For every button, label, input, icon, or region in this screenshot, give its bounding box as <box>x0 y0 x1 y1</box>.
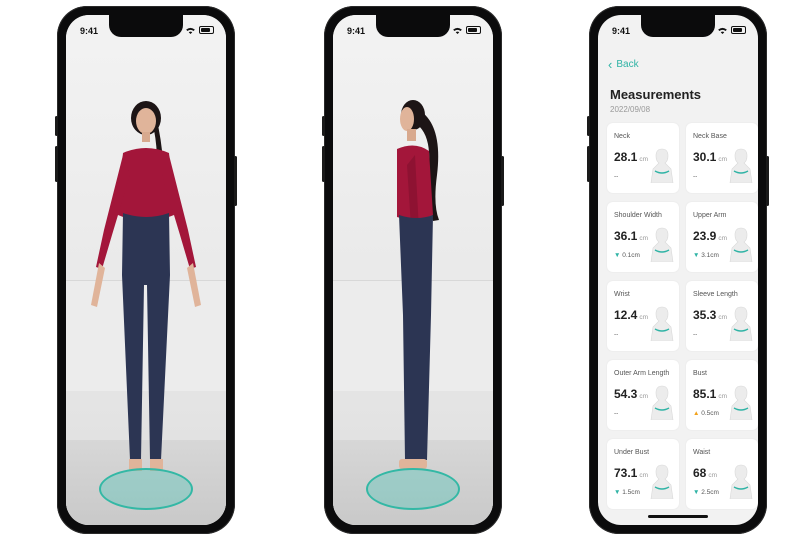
neck-figure-icon <box>650 148 674 183</box>
measurement-value: 73.1 cm <box>614 466 649 480</box>
home-indicator <box>648 515 708 518</box>
bust-figure-icon <box>729 385 753 420</box>
outer-arm-figure-icon <box>650 385 674 420</box>
measurement-value: 68 cm <box>693 466 718 480</box>
measurement-unit: cm <box>639 393 649 400</box>
measurement-label: Bust <box>693 370 708 377</box>
measurement-unit: cm <box>718 156 728 163</box>
measurement-card[interactable]: Outer Arm Length 54.3 cm -- <box>607 360 679 430</box>
measurement-value: 54.3 cm <box>614 387 649 401</box>
person-side-figure <box>397 100 439 469</box>
measurement-unit: cm <box>718 314 728 321</box>
measurement-delta: ▼ 0.1cm <box>614 252 640 259</box>
battery-icon <box>199 26 214 34</box>
battery-icon <box>731 26 746 34</box>
measurement-unit: cm <box>718 235 728 242</box>
person-front-figure <box>91 101 201 471</box>
shoulder-figure-icon <box>650 227 674 262</box>
measurement-label: Waist <box>693 449 711 456</box>
scan-platform <box>366 468 460 510</box>
measurement-card[interactable]: Neck Base 30.1 cm -- <box>686 123 758 193</box>
measurement-label: Sleeve Length <box>693 291 738 298</box>
measurement-label: Wrist <box>614 291 630 298</box>
trend-icon: ▼ <box>693 489 702 496</box>
measurement-delta: -- <box>614 173 619 180</box>
measurement-label: Neck <box>614 133 630 140</box>
measurement-card[interactable]: Neck 28.1 cm -- <box>607 123 679 193</box>
measurement-date: 2022/09/08 <box>610 105 651 114</box>
measurement-card[interactable]: Shoulder Width 36.1 cm ▼ 0.1cm <box>607 202 679 272</box>
measurement-label: Shoulder Width <box>614 212 662 219</box>
measurement-value: 23.9 cm <box>693 229 728 243</box>
measurement-value: 30.1 cm <box>693 150 728 164</box>
chevron-left-icon: ‹ <box>608 56 613 72</box>
battery-icon <box>466 26 481 34</box>
phone-side: 9:41 <box>322 6 504 534</box>
measurement-value: 28.1 cm <box>614 150 649 164</box>
measurement-value: 36.1 cm <box>614 229 649 243</box>
measurement-delta: -- <box>693 173 698 180</box>
measurement-label: Upper Arm <box>693 212 727 219</box>
measurement-unit: cm <box>718 393 728 400</box>
measurement-card[interactable]: Upper Arm 23.9 cm ▼ 3.1cm <box>686 202 758 272</box>
measurement-card[interactable]: Bust 85.1 cm ▲ 0.5cm <box>686 360 758 430</box>
back-label: Back <box>616 59 639 70</box>
scan-platform <box>99 468 193 510</box>
back-button[interactable]: ‹ Back <box>608 56 639 72</box>
trend-icon: ▼ <box>693 252 702 259</box>
measurements-screen: 9:41 ‹ Back Measurements 2022/09/08 Neck… <box>598 15 758 525</box>
measurement-label: Neck Base <box>693 133 727 140</box>
measurement-unit: cm <box>639 472 649 479</box>
measurement-delta: -- <box>614 331 619 338</box>
measurement-unit: cm <box>708 472 718 479</box>
wifi-icon <box>718 27 727 34</box>
under-bust-figure-icon <box>650 464 674 499</box>
measurement-delta: ▼ 3.1cm <box>693 252 719 259</box>
measurement-unit: cm <box>639 235 649 242</box>
wifi-icon <box>186 27 195 34</box>
side-photo <box>333 15 493 525</box>
measurement-card[interactable]: Waist 68 cm ▼ 2.5cm <box>686 439 758 509</box>
measurement-delta: ▲ 0.5cm <box>693 410 719 417</box>
measurement-value: 35.3 cm <box>693 308 728 322</box>
measurement-delta: -- <box>693 331 698 338</box>
side-scan-screen: 9:41 <box>333 15 493 525</box>
status-time: 9:41 <box>80 26 99 36</box>
measurement-unit: cm <box>639 156 649 163</box>
measurement-unit: cm <box>639 314 649 321</box>
page-title: Measurements <box>610 87 702 102</box>
measurement-card[interactable]: Sleeve Length 35.3 cm -- <box>686 281 758 351</box>
status-time: 9:41 <box>612 26 631 36</box>
measurement-label: Outer Arm Length <box>614 370 670 377</box>
neck-base-figure-icon <box>729 148 753 183</box>
phone-measurements: 9:41 ‹ Back Measurements 2022/09/08 Neck… <box>587 6 769 534</box>
sleeve-figure-icon <box>729 306 753 341</box>
measurement-value: 85.1 cm <box>693 387 728 401</box>
measurement-delta: -- <box>614 410 619 417</box>
upper-arm-figure-icon <box>729 227 753 262</box>
measurement-card[interactable]: Wrist 12.4 cm -- <box>607 281 679 351</box>
measurement-delta: ▼ 1.5cm <box>614 489 640 496</box>
measurement-value: 12.4 cm <box>614 308 649 322</box>
measurement-delta: ▼ 2.5cm <box>693 489 719 496</box>
status-time: 9:41 <box>347 26 366 36</box>
phone-front: 9:41 <box>55 6 237 534</box>
trend-icon: ▲ <box>693 410 702 417</box>
measurement-grid: Neck 28.1 cm -- Neck Base 30.1 cm -- Shoulder Wi… <box>607 123 758 509</box>
front-scan-screen: 9:41 <box>66 15 226 525</box>
wifi-icon <box>453 27 462 34</box>
wrist-figure-icon <box>650 306 674 341</box>
trend-icon: ▼ <box>614 489 623 496</box>
front-photo <box>66 15 226 525</box>
measurement-card[interactable]: Under Bust 73.1 cm ▼ 1.5cm <box>607 439 679 509</box>
measurement-label: Under Bust <box>614 449 650 456</box>
trend-icon: ▼ <box>614 252 623 259</box>
waist-figure-icon <box>729 464 753 499</box>
